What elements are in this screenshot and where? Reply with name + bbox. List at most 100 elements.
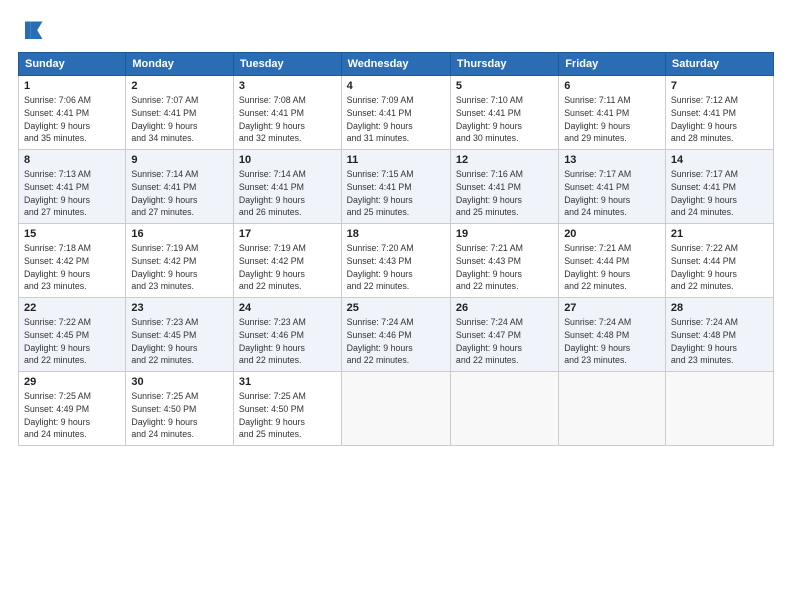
calendar-cell: 30 Sunrise: 7:25 AM Sunset: 4:50 PM Dayli… xyxy=(126,372,234,446)
day-info: Sunrise: 7:22 AM Sunset: 4:44 PM Dayligh… xyxy=(671,242,768,293)
calendar-cell: 18 Sunrise: 7:20 AM Sunset: 4:43 PM Dayli… xyxy=(341,224,450,298)
day-number: 25 xyxy=(347,302,445,314)
day-number: 3 xyxy=(239,80,336,92)
day-number: 18 xyxy=(347,228,445,240)
col-header-sunday: Sunday xyxy=(19,53,126,76)
day-number: 26 xyxy=(456,302,553,314)
calendar-cell: 15 Sunrise: 7:18 AM Sunset: 4:42 PM Dayli… xyxy=(19,224,126,298)
calendar-cell: 31Sunrise: 7:25 AM Sunset: 4:50 PM Dayli… xyxy=(233,372,341,446)
logo xyxy=(18,18,48,46)
day-info: Sunrise: 7:25 AM Sunset: 4:49 PM Dayligh… xyxy=(24,390,120,441)
day-info: Sunrise: 7:06 AM Sunset: 4:41 PM Dayligh… xyxy=(24,94,120,145)
day-number: 12 xyxy=(456,154,553,166)
day-info: Sunrise: 7:13 AM Sunset: 4:41 PM Dayligh… xyxy=(24,168,120,219)
calendar-cell xyxy=(450,372,558,446)
calendar-cell xyxy=(559,372,666,446)
logo-icon xyxy=(18,18,46,46)
day-number: 9 xyxy=(131,154,228,166)
day-number: 6 xyxy=(564,80,660,92)
day-number: 20 xyxy=(564,228,660,240)
calendar-cell: 19Sunrise: 7:21 AM Sunset: 4:43 PM Dayli… xyxy=(450,224,558,298)
calendar-week-3: 15 Sunrise: 7:18 AM Sunset: 4:42 PM Dayli… xyxy=(19,224,774,298)
calendar-week-4: 22 Sunrise: 7:22 AM Sunset: 4:45 PM Dayli… xyxy=(19,298,774,372)
day-number: 8 xyxy=(24,154,120,166)
calendar-week-1: 1 Sunrise: 7:06 AM Sunset: 4:41 PM Daylig… xyxy=(19,76,774,150)
calendar-week-2: 8 Sunrise: 7:13 AM Sunset: 4:41 PM Daylig… xyxy=(19,150,774,224)
day-number: 22 xyxy=(24,302,120,314)
day-number: 1 xyxy=(24,80,120,92)
calendar-cell: 27Sunrise: 7:24 AM Sunset: 4:48 PM Dayli… xyxy=(559,298,666,372)
day-number: 5 xyxy=(456,80,553,92)
calendar-cell xyxy=(665,372,773,446)
day-number: 7 xyxy=(671,80,768,92)
day-info: Sunrise: 7:20 AM Sunset: 4:43 PM Dayligh… xyxy=(347,242,445,293)
day-info: Sunrise: 7:16 AM Sunset: 4:41 PM Dayligh… xyxy=(456,168,553,219)
col-header-saturday: Saturday xyxy=(665,53,773,76)
calendar-cell: 29 Sunrise: 7:25 AM Sunset: 4:49 PM Dayli… xyxy=(19,372,126,446)
day-info: Sunrise: 7:24 AM Sunset: 4:46 PM Dayligh… xyxy=(347,316,445,367)
day-number: 15 xyxy=(24,228,120,240)
calendar-cell: 12 Sunrise: 7:16 AM Sunset: 4:41 PM Dayli… xyxy=(450,150,558,224)
calendar-table: SundayMondayTuesdayWednesdayThursdayFrid… xyxy=(18,52,774,446)
day-number: 16 xyxy=(131,228,228,240)
day-info: Sunrise: 7:07 AM Sunset: 4:41 PM Dayligh… xyxy=(131,94,228,145)
day-number: 19 xyxy=(456,228,553,240)
day-info: Sunrise: 7:25 AM Sunset: 4:50 PM Dayligh… xyxy=(239,390,336,441)
day-info: Sunrise: 7:14 AM Sunset: 4:41 PM Dayligh… xyxy=(131,168,228,219)
day-number: 29 xyxy=(24,376,120,388)
calendar-cell: 23 Sunrise: 7:23 AM Sunset: 4:45 PM Dayli… xyxy=(126,298,234,372)
calendar-cell: 17 Sunrise: 7:19 AM Sunset: 4:42 PM Dayli… xyxy=(233,224,341,298)
calendar-cell: 3 Sunrise: 7:08 AM Sunset: 4:41 PM Daylig… xyxy=(233,76,341,150)
calendar-cell: 13Sunrise: 7:17 AM Sunset: 4:41 PM Dayli… xyxy=(559,150,666,224)
day-info: Sunrise: 7:24 AM Sunset: 4:47 PM Dayligh… xyxy=(456,316,553,367)
col-header-wednesday: Wednesday xyxy=(341,53,450,76)
day-info: Sunrise: 7:25 AM Sunset: 4:50 PM Dayligh… xyxy=(131,390,228,441)
day-number: 27 xyxy=(564,302,660,314)
calendar-cell: 22 Sunrise: 7:22 AM Sunset: 4:45 PM Dayli… xyxy=(19,298,126,372)
day-number: 10 xyxy=(239,154,336,166)
day-info: Sunrise: 7:12 AM Sunset: 4:41 PM Dayligh… xyxy=(671,94,768,145)
col-header-friday: Friday xyxy=(559,53,666,76)
calendar-cell: 21Sunrise: 7:22 AM Sunset: 4:44 PM Dayli… xyxy=(665,224,773,298)
day-info: Sunrise: 7:14 AM Sunset: 4:41 PM Dayligh… xyxy=(239,168,336,219)
calendar-cell: 1 Sunrise: 7:06 AM Sunset: 4:41 PM Daylig… xyxy=(19,76,126,150)
calendar-cell: 8 Sunrise: 7:13 AM Sunset: 4:41 PM Daylig… xyxy=(19,150,126,224)
day-info: Sunrise: 7:23 AM Sunset: 4:45 PM Dayligh… xyxy=(131,316,228,367)
calendar-cell: 16 Sunrise: 7:19 AM Sunset: 4:42 PM Dayli… xyxy=(126,224,234,298)
day-number: 4 xyxy=(347,80,445,92)
day-info: Sunrise: 7:19 AM Sunset: 4:42 PM Dayligh… xyxy=(131,242,228,293)
page: SundayMondayTuesdayWednesdayThursdayFrid… xyxy=(0,0,792,612)
day-number: 17 xyxy=(239,228,336,240)
day-number: 23 xyxy=(131,302,228,314)
col-header-tuesday: Tuesday xyxy=(233,53,341,76)
day-info: Sunrise: 7:18 AM Sunset: 4:42 PM Dayligh… xyxy=(24,242,120,293)
calendar-cell: 2 Sunrise: 7:07 AM Sunset: 4:41 PM Daylig… xyxy=(126,76,234,150)
calendar-cell: 26 Sunrise: 7:24 AM Sunset: 4:47 PM Dayli… xyxy=(450,298,558,372)
day-info: Sunrise: 7:08 AM Sunset: 4:41 PM Dayligh… xyxy=(239,94,336,145)
calendar-cell: 7 Sunrise: 7:12 AM Sunset: 4:41 PM Daylig… xyxy=(665,76,773,150)
day-info: Sunrise: 7:24 AM Sunset: 4:48 PM Dayligh… xyxy=(671,316,768,367)
calendar-header-row: SundayMondayTuesdayWednesdayThursdayFrid… xyxy=(19,53,774,76)
day-info: Sunrise: 7:19 AM Sunset: 4:42 PM Dayligh… xyxy=(239,242,336,293)
calendar-cell: 20Sunrise: 7:21 AM Sunset: 4:44 PM Dayli… xyxy=(559,224,666,298)
col-header-thursday: Thursday xyxy=(450,53,558,76)
day-info: Sunrise: 7:11 AM Sunset: 4:41 PM Dayligh… xyxy=(564,94,660,145)
calendar-cell: 28Sunrise: 7:24 AM Sunset: 4:48 PM Dayli… xyxy=(665,298,773,372)
calendar-cell xyxy=(341,372,450,446)
col-header-monday: Monday xyxy=(126,53,234,76)
day-number: 11 xyxy=(347,154,445,166)
calendar-week-5: 29 Sunrise: 7:25 AM Sunset: 4:49 PM Dayli… xyxy=(19,372,774,446)
calendar-cell: 10 Sunrise: 7:14 AM Sunset: 4:41 PM Dayli… xyxy=(233,150,341,224)
day-number: 2 xyxy=(131,80,228,92)
day-info: Sunrise: 7:17 AM Sunset: 4:41 PM Dayligh… xyxy=(671,168,768,219)
calendar-cell: 14Sunrise: 7:17 AM Sunset: 4:41 PM Dayli… xyxy=(665,150,773,224)
day-info: Sunrise: 7:23 AM Sunset: 4:46 PM Dayligh… xyxy=(239,316,336,367)
day-info: Sunrise: 7:22 AM Sunset: 4:45 PM Dayligh… xyxy=(24,316,120,367)
header xyxy=(18,18,774,46)
calendar-cell: 25 Sunrise: 7:24 AM Sunset: 4:46 PM Dayli… xyxy=(341,298,450,372)
day-info: Sunrise: 7:17 AM Sunset: 4:41 PM Dayligh… xyxy=(564,168,660,219)
day-info: Sunrise: 7:09 AM Sunset: 4:41 PM Dayligh… xyxy=(347,94,445,145)
day-info: Sunrise: 7:10 AM Sunset: 4:41 PM Dayligh… xyxy=(456,94,553,145)
calendar-cell: 5 Sunrise: 7:10 AM Sunset: 4:41 PM Daylig… xyxy=(450,76,558,150)
day-number: 30 xyxy=(131,376,228,388)
